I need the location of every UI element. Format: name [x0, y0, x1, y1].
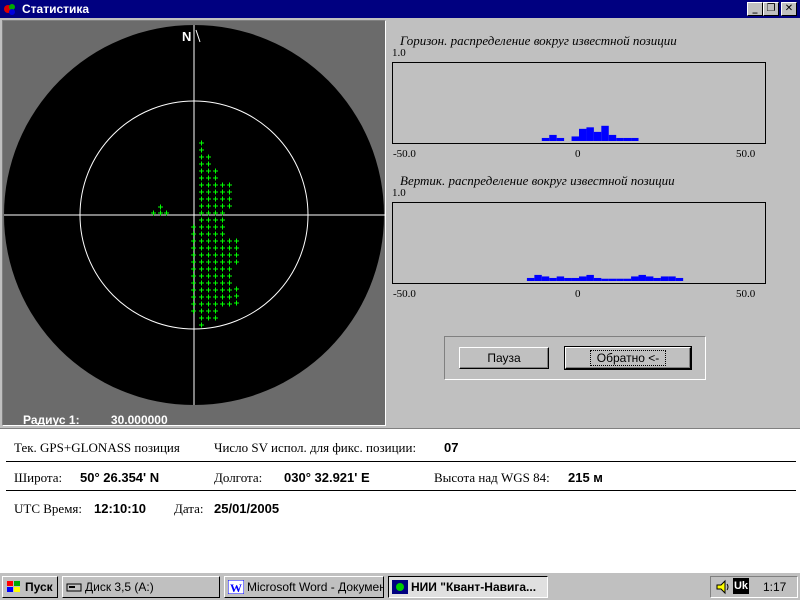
date-value: 25/01/2005: [214, 501, 280, 516]
hist-vertical-ymax: 1.0: [392, 187, 406, 199]
histogram-bar: [668, 276, 676, 281]
position-label: Тек. GPS+GLONASS позиция: [14, 440, 180, 455]
latitude-label: Широта:: [14, 470, 63, 485]
keyboard-language-indicator[interactable]: Uk: [733, 578, 749, 594]
hist-horizontal-xmax: 50.0: [736, 148, 756, 160]
hist-horizontal-xmin: -50.0: [393, 148, 416, 160]
histogram-bar: [556, 137, 565, 141]
sky-plot-panel: N Радиус 1: 30.000000: [2, 20, 386, 426]
hist-vertical-plot: [526, 274, 684, 281]
taskbar: Пуск Диск 3,5 (A:) W Microsoft Word - До…: [0, 572, 800, 600]
word-icon: W: [228, 580, 244, 594]
altitude-label: Высота над WGS 84:: [434, 470, 550, 485]
hist-horizontal-plot: [541, 125, 639, 141]
histogram-bar: [586, 274, 594, 281]
histogram-bar: [564, 277, 572, 281]
windows-logo-icon: [7, 581, 20, 592]
utc-time-value: 12:10:10: [94, 501, 147, 516]
histogram-bar: [549, 277, 557, 281]
histogram-bar: [541, 276, 550, 281]
hist-vertical-xmax: 50.0: [736, 288, 756, 300]
app-icon: [4, 4, 15, 15]
histogram-bar: [593, 277, 602, 281]
histogram-bar: [608, 134, 617, 141]
histogram-bar: [616, 137, 624, 141]
task-word[interactable]: W Microsoft Word - Докумен...: [224, 576, 384, 598]
radius-value: 30.000000: [110, 413, 168, 426]
histogram-bar: [571, 136, 579, 141]
back-button-label: Обратно <-: [589, 350, 667, 366]
histogram-bar: [645, 276, 654, 281]
histogram-bar: [549, 134, 557, 141]
hist-horizontal-xmid: 0: [575, 148, 581, 160]
position-info-panel: Тек. GPS+GLONASS позиция Число SV испол.…: [0, 428, 800, 572]
pause-button[interactable]: Пауза: [459, 347, 549, 369]
floppy-drive-icon: [66, 583, 82, 592]
back-button[interactable]: Обратно <-: [564, 346, 692, 370]
task-navigator-app[interactable]: НИИ "Квант-Навига...: [388, 576, 548, 598]
histogram-bar: [631, 137, 639, 141]
longitude-label: Долгота:: [214, 470, 263, 485]
hist-vertical-xmid: 0: [575, 288, 581, 300]
histogram-bar: [541, 137, 550, 141]
hist-horizontal-title: Горизон. распределение вокруг известной …: [400, 33, 677, 48]
histogram-bar: [616, 278, 624, 281]
histogram-bar: [593, 131, 602, 141]
histogram-bar: [623, 137, 632, 141]
radius-readout: Радиус 1: 30.000000: [23, 413, 168, 426]
longitude-value: 030° 32.921' E: [284, 470, 370, 485]
sky-plot: N: [4, 25, 385, 405]
north-label: N: [182, 29, 191, 44]
histogram-bar: [623, 278, 632, 281]
histogram-bar: [675, 277, 684, 281]
task-label: НИИ "Квант-Навига...: [411, 580, 537, 594]
window-title: Статистика: [22, 2, 90, 16]
histogram-bar: [571, 277, 579, 281]
svg-text:W: W: [230, 581, 242, 594]
altitude-value: 215 м: [568, 470, 603, 485]
minimize-button[interactable]: _: [747, 2, 763, 16]
hist-horizontal-chart: [392, 62, 766, 144]
radius-label: Радиус 1:: [23, 413, 80, 426]
info-divider: [6, 461, 796, 462]
sv-count-value: 07: [444, 440, 459, 455]
hist-vertical-xmin: -50.0: [393, 288, 416, 300]
histogram-bar: [638, 274, 646, 281]
info-divider: [6, 490, 796, 491]
histogram-bar: [660, 276, 669, 281]
close-button[interactable]: ✕: [781, 2, 797, 16]
speaker-icon[interactable]: [715, 579, 731, 595]
task-floppy-drive[interactable]: Диск 3,5 (A:): [62, 576, 220, 598]
histogram-bar: [586, 127, 594, 141]
date-label: Дата:: [174, 501, 204, 516]
hist-vertical-chart: [392, 202, 766, 284]
hist-vertical-title: Вертик. распределение вокруг известной п…: [400, 173, 675, 188]
histogram-bar: [601, 278, 609, 281]
latitude-value: 50° 26.354' N: [80, 470, 160, 485]
task-label: Диск 3,5 (A:): [85, 580, 154, 594]
histogram-bar: [631, 276, 639, 281]
task-label: Microsoft Word - Докумен...: [247, 580, 384, 594]
app-icon: [392, 580, 408, 594]
histogram-bar: [608, 278, 617, 281]
window-title-bar[interactable]: Статистика _ ❐ ✕: [0, 0, 800, 18]
utc-time-label: UTC Время:: [14, 501, 83, 516]
histogram-bar: [526, 277, 535, 281]
clock[interactable]: 1:17: [763, 580, 786, 594]
histogram-bar: [534, 274, 542, 281]
start-button[interactable]: Пуск: [2, 576, 58, 598]
system-tray: Uk 1:17: [710, 576, 798, 598]
hist-horizontal-ymax: 1.0: [392, 47, 406, 59]
histogram-bar: [601, 125, 609, 141]
histogram-bar: [653, 277, 661, 281]
histogram-bar: [579, 276, 587, 281]
pause-button-label: Пауза: [487, 351, 521, 365]
start-label: Пуск: [25, 580, 53, 594]
sv-count-label: Число SV испол. для фикс. позиции:: [214, 440, 417, 455]
histogram-bar: [556, 276, 565, 281]
histogram-bar: [579, 128, 587, 141]
maximize-button[interactable]: ❐: [763, 2, 779, 16]
